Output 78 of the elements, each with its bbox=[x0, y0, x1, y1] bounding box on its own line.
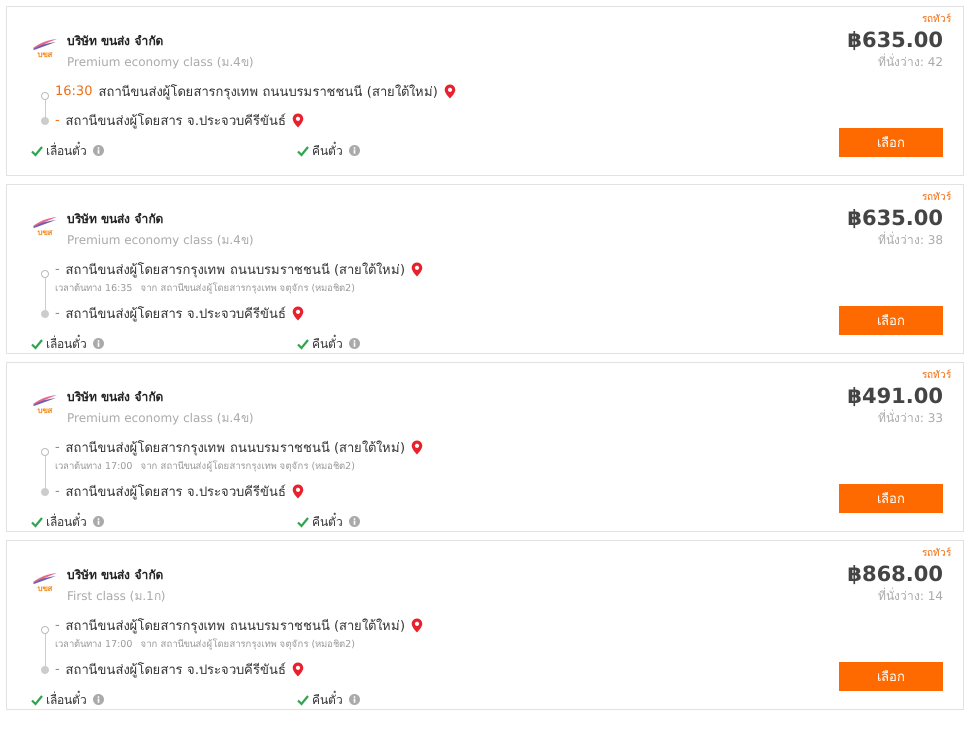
origin-station: จาก สถานีขนส่งผู้โดยสารกรุงเทพ จตุจักร (หมอชิต2) bbox=[140, 637, 355, 651]
price: ฿868.00 bbox=[847, 562, 943, 586]
origin-dot-icon bbox=[41, 92, 49, 100]
station-name: สถานีขนส่งผู้โดยสารกรุงเทพ ถนนบรมราชชนนี (สายใต้ใหม่) bbox=[98, 83, 438, 102]
price: ฿635.00 bbox=[847, 206, 943, 230]
arrival-time: - bbox=[55, 484, 60, 499]
map-pin-icon[interactable] bbox=[292, 306, 304, 322]
feature-label: คืนตั๋ว bbox=[312, 334, 343, 353]
map-pin-icon[interactable] bbox=[444, 84, 456, 100]
company-name: บริษัท ขนส่ง จำกัด bbox=[67, 211, 164, 228]
select-button[interactable]: เลือก bbox=[839, 662, 943, 691]
bus-type-label: รถทัวร์ bbox=[922, 546, 951, 560]
seats-available: ที่นั่งว่าง: 14 bbox=[878, 586, 943, 605]
select-button[interactable]: เลือก bbox=[839, 128, 943, 157]
feature-label: คืนตั๋ว bbox=[312, 141, 343, 160]
select-button[interactable]: เลือก bbox=[839, 484, 943, 513]
company-name: บริษัท ขนส่ง จำกัด bbox=[67, 389, 164, 406]
departure-time: - bbox=[55, 618, 60, 633]
bus-class: First class (ม.1ก) bbox=[67, 588, 166, 605]
map-pin-icon[interactable] bbox=[411, 262, 424, 278]
arrival-time: - bbox=[55, 113, 60, 128]
info-icon[interactable] bbox=[93, 694, 104, 705]
map-pin-icon[interactable] bbox=[411, 618, 424, 634]
station-name: สถานีขนส่งผู้โดยสารกรุงเทพ ถนนบรมราชชนนี (สายใต้ใหม่) bbox=[66, 261, 406, 280]
company-name: บริษัท ขนส่ง จำกัด bbox=[67, 33, 164, 50]
origin-dot-icon bbox=[41, 626, 49, 634]
station-name: สถานีขนส่งผู้โดยสาร จ.ประจวบคีรีขันธ์ bbox=[66, 305, 286, 324]
origin-dot-icon bbox=[41, 270, 49, 278]
info-icon[interactable] bbox=[93, 516, 104, 527]
station-name: สถานีขนส่งผู้โดยสารกรุงเทพ ถนนบรมราชชนนี (สายใต้ใหม่) bbox=[66, 439, 406, 458]
price: ฿491.00 bbox=[847, 384, 943, 408]
origin-time: เวลาต้นทาง 17:00 bbox=[55, 638, 132, 651]
bus-type-label: รถทัวร์ bbox=[922, 368, 951, 382]
station-name: สถานีขนส่งผู้โดยสาร จ.ประจวบคีรีขันธ์ bbox=[66, 661, 286, 680]
select-button[interactable]: เลือก bbox=[839, 306, 943, 335]
station-name: สถานีขนส่งผู้โดยสาร จ.ประจวบคีรีขันธ์ bbox=[66, 483, 286, 502]
origin-time: เวลาต้นทาง 16:35 bbox=[55, 282, 132, 295]
info-icon[interactable] bbox=[93, 338, 104, 349]
feature-label: เลื่อนตั๋ว bbox=[46, 334, 87, 353]
company-name: บริษัท ขนส่ง จำกัด bbox=[67, 567, 164, 584]
arrival-time: - bbox=[55, 306, 60, 321]
bus-type-label: รถทัวร์ bbox=[922, 190, 951, 204]
origin-station: จาก สถานีขนส่งผู้โดยสารกรุงเทพ จตุจักร (หมอชิต2) bbox=[140, 281, 355, 295]
arrival-time: - bbox=[55, 662, 60, 677]
price: ฿635.00 bbox=[847, 28, 943, 52]
station-name: สถานีขนส่งผู้โดยสาร จ.ประจวบคีรีขันธ์ bbox=[66, 112, 286, 131]
bus-class: Premium economy class (ม.4ข) bbox=[67, 410, 254, 427]
feature-label: เลื่อนตั๋ว bbox=[46, 512, 87, 531]
origin-station: จาก สถานีขนส่งผู้โดยสารกรุงเทพ จตุจักร (หมอชิต2) bbox=[140, 459, 355, 473]
company-logo: บขส bbox=[31, 216, 59, 242]
bus-class: Premium economy class (ม.4ข) bbox=[67, 232, 254, 249]
seats-available: ที่นั่งว่าง: 33 bbox=[878, 408, 943, 427]
feature-label: เลื่อนตั๋ว bbox=[46, 690, 87, 709]
company-logo: บขส bbox=[31, 394, 59, 420]
bus-type-label: รถทัวร์ bbox=[922, 12, 951, 26]
origin-dot-icon bbox=[41, 448, 49, 456]
map-pin-icon[interactable] bbox=[292, 662, 304, 678]
origin-time: เวลาต้นทาง 17:00 bbox=[55, 460, 132, 473]
feature-label: เลื่อนตั๋ว bbox=[46, 141, 87, 160]
seats-available: ที่นั่งว่าง: 42 bbox=[878, 52, 943, 71]
info-icon[interactable] bbox=[93, 145, 104, 156]
feature-label: คืนตั๋ว bbox=[312, 512, 343, 531]
departure-time: - bbox=[55, 262, 60, 277]
departure-time: - bbox=[55, 440, 60, 455]
bus-class: Premium economy class (ม.4ข) bbox=[67, 54, 254, 71]
map-pin-icon[interactable] bbox=[292, 484, 304, 500]
company-logo: บขส bbox=[31, 38, 59, 64]
seats-available: ที่นั่งว่าง: 38 bbox=[878, 230, 943, 249]
departure-time: 16:30 bbox=[55, 84, 92, 99]
map-pin-icon[interactable] bbox=[292, 112, 304, 128]
feature-label: คืนตั๋ว bbox=[312, 690, 343, 709]
info-icon[interactable] bbox=[349, 338, 360, 349]
map-pin-icon[interactable] bbox=[411, 440, 424, 456]
info-icon[interactable] bbox=[349, 145, 360, 156]
station-name: สถานีขนส่งผู้โดยสารกรุงเทพ ถนนบรมราชชนนี (สายใต้ใหม่) bbox=[66, 617, 406, 636]
info-icon[interactable] bbox=[349, 694, 360, 705]
info-icon[interactable] bbox=[349, 516, 360, 527]
company-logo: บขส bbox=[31, 572, 59, 598]
